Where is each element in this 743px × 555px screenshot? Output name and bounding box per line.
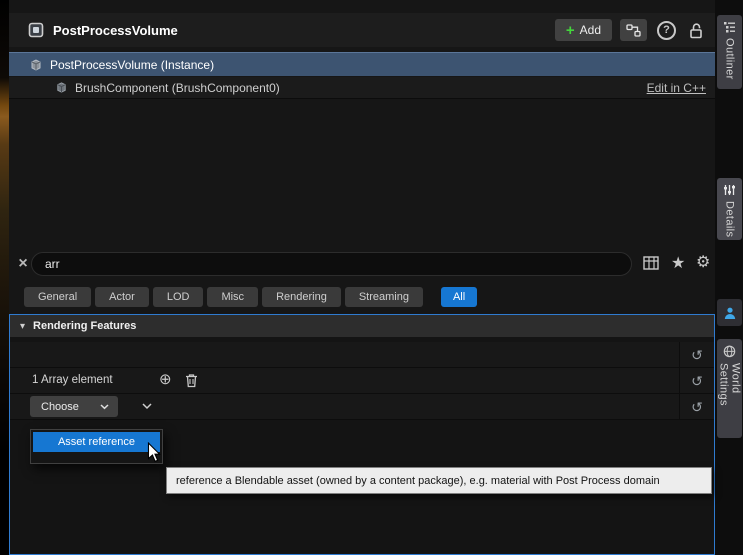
filter-actor[interactable]: Actor (95, 287, 149, 307)
menu-padding (33, 452, 160, 461)
help-icon[interactable]: ? (657, 20, 676, 40)
add-button[interactable]: + Add (554, 19, 612, 41)
filter-lod[interactable]: LOD (152, 287, 204, 307)
property-row-blendables: ↺ (10, 342, 714, 368)
tab-outliner[interactable]: Outliner (717, 15, 742, 89)
tree-row-label: PostProcessVolume (Instance) (50, 57, 215, 72)
gear-glyph: ⚙ (696, 254, 711, 271)
edit-in-cpp-link[interactable]: Edit in C++ (647, 81, 706, 95)
reset-to-default-icon[interactable]: ↺ (691, 374, 703, 388)
panel-title: PostProcessVolume (53, 22, 178, 38)
array-element-label: 1 Array element (32, 374, 113, 386)
outliner-icon (724, 22, 735, 33)
column-grid-icon[interactable] (643, 256, 659, 275)
tab-label: Details (723, 201, 736, 238)
person-icon (724, 307, 735, 319)
filter-general[interactable]: General (24, 287, 92, 307)
category-header-rendering-features[interactable]: ▾ Rendering Features (10, 315, 714, 337)
blueprint-graph-button[interactable] (620, 19, 647, 41)
tree-row-postprocessvolume[interactable]: PostProcessVolume (Instance) (9, 52, 715, 76)
tab-label: Outliner (723, 38, 736, 80)
row-action-cell: ↺ (679, 394, 714, 419)
trash-glyph (186, 374, 197, 388)
property-row-array: 1 Array element ⊕ ↺ (10, 368, 714, 394)
brush-component-icon (57, 82, 66, 93)
row-action-cell: ↺ (679, 368, 714, 393)
tab-details[interactable]: Details (717, 178, 742, 240)
volume-icon (31, 58, 41, 71)
filter-streaming[interactable]: Streaming (344, 287, 423, 307)
delete-array-icon[interactable] (185, 373, 198, 393)
choose-label: Choose (41, 400, 79, 413)
details-header: PostProcessVolume + Add ? (9, 13, 715, 47)
chevron-down-icon (100, 403, 109, 409)
expander-arrow-icon: ▾ (20, 320, 26, 332)
reset-to-default-icon[interactable]: ↺ (691, 348, 703, 362)
help-glyph: ? (663, 24, 670, 36)
globe-icon (723, 345, 736, 358)
unlock-glyph (690, 22, 702, 38)
menu-item-asset-reference[interactable]: Asset reference (33, 432, 160, 452)
reset-to-default-icon[interactable]: ↺ (691, 400, 703, 414)
chevron-down-icon (142, 403, 152, 410)
filter-rendering[interactable]: Rendering (262, 287, 341, 307)
choose-dropdown-menu: Asset reference (30, 429, 163, 464)
settings-gear-icon[interactable]: ⚙ (696, 252, 710, 272)
tree-row-brushcomponent[interactable]: BrushComponent (BrushComponent0) Edit in… (9, 77, 715, 99)
tree-row-label: BrushComponent (BrushComponent0) (75, 80, 280, 95)
filter-misc[interactable]: Misc (207, 287, 259, 307)
grid-glyph (643, 256, 659, 270)
choose-dropdown-button[interactable]: Choose (30, 396, 118, 417)
blueprint-graph-icon (626, 23, 641, 37)
details-sliders-icon (724, 185, 735, 195)
postprocessvolume-icon (28, 22, 44, 38)
mouse-cursor (147, 442, 161, 463)
tab-world-settings[interactable]: World Settings (717, 339, 742, 438)
property-row-choose: Choose ↺ (10, 394, 714, 420)
tooltip: reference a Blendable asset (owned by a … (166, 467, 712, 494)
unlock-icon[interactable] (686, 20, 706, 40)
favorites-star-icon[interactable]: ★ (671, 253, 685, 273)
viewport-sliver (0, 0, 9, 555)
filter-bar: General Actor LOD Misc Rendering Streami… (24, 287, 478, 307)
clear-glyph: × (18, 255, 28, 272)
unreal-editor-details-window: PostProcessVolume + Add ? PostProcessVol… (0, 0, 743, 555)
asset-combo-chevron[interactable] (134, 396, 160, 417)
side-tab-strip: Outliner Details World Settings (715, 0, 743, 555)
tab-actor-details[interactable] (717, 299, 742, 326)
filter-all[interactable]: All (440, 287, 478, 307)
clear-search-icon[interactable]: × (14, 255, 32, 273)
plus-icon: + (565, 21, 575, 39)
category-title: Rendering Features (33, 320, 137, 332)
row-action-cell: ↺ (679, 342, 714, 367)
add-array-element-icon[interactable]: ⊕ (159, 372, 172, 387)
star-glyph: ★ (671, 255, 686, 272)
tab-label: World Settings (717, 362, 742, 406)
add-button-label: Add (579, 23, 601, 37)
search-input[interactable] (31, 252, 632, 276)
